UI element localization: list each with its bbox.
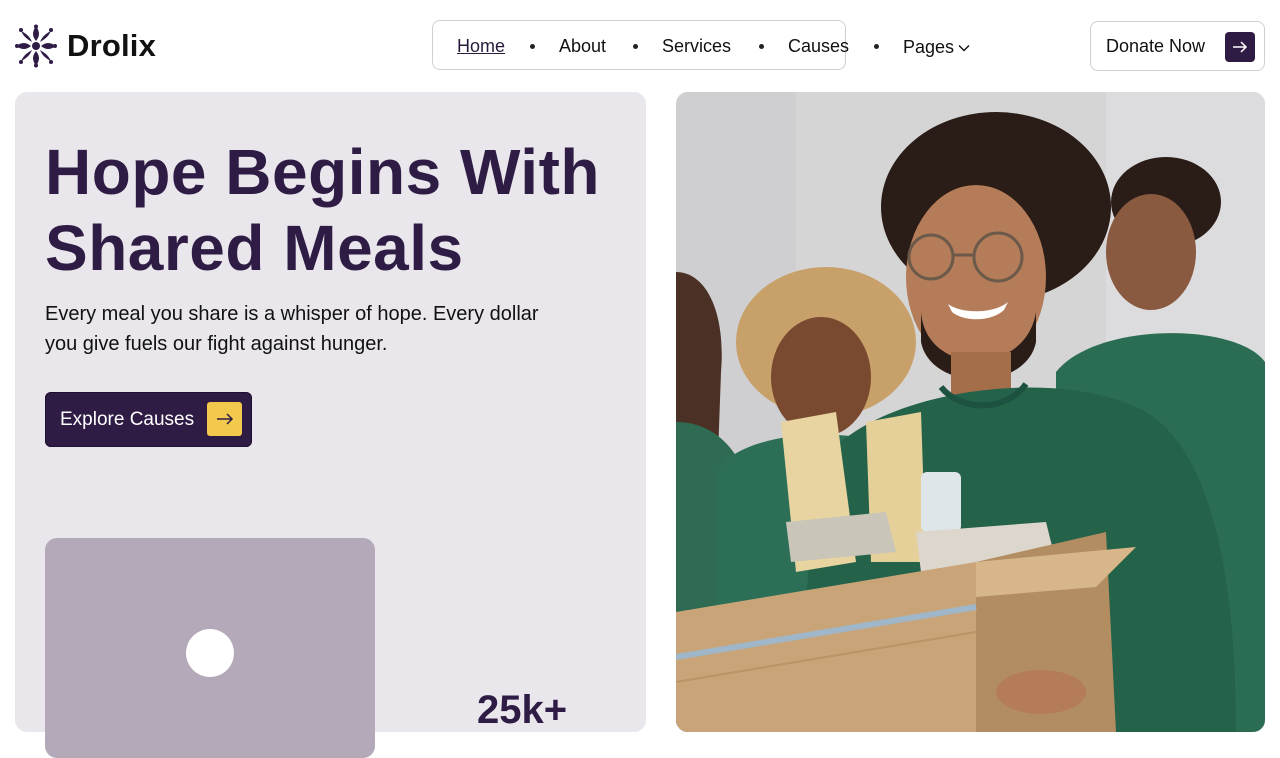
nav-pages-label: Pages (903, 37, 955, 57)
video-card (45, 538, 375, 758)
hero-title-line1: Hope Begins With (45, 136, 600, 208)
nav-separator (759, 44, 764, 49)
arrow-right-icon (207, 402, 242, 436)
hero-title-line2: Shared Meals (45, 212, 464, 284)
nav-home[interactable]: Home (457, 35, 505, 57)
explore-causes-label: Explore Causes (60, 408, 195, 430)
nav-about[interactable]: About (559, 35, 606, 57)
stat-value: 25k+ (477, 688, 568, 732)
brand-name: Drolix (67, 28, 157, 63)
hero-subtitle: Every meal you share is a whisper of hop… (45, 303, 539, 355)
flower-logo-icon (15, 24, 57, 68)
nav-separator (874, 44, 879, 49)
hero-photo (676, 92, 1265, 732)
brand-logo[interactable]: Drolix (15, 24, 156, 68)
nav-services[interactable]: Services (662, 35, 731, 57)
nav-causes[interactable]: Causes (788, 35, 849, 57)
donate-now-button[interactable]: Donate Now (1090, 21, 1265, 71)
arrow-right-icon (1225, 32, 1255, 62)
nav-separator (633, 44, 638, 49)
hero-title: Hope Begins With Shared Meals (45, 134, 625, 286)
play-icon[interactable] (186, 629, 234, 677)
nav-separator (530, 44, 535, 49)
explore-causes-button[interactable]: Explore Causes (45, 392, 252, 447)
volunteer-photo (676, 92, 1265, 732)
nav-pages[interactable]: Pages (903, 36, 970, 58)
hero-panel: Hope Begins With Shared Meals Every meal… (15, 92, 646, 758)
donate-now-label: Donate Now (1106, 35, 1206, 56)
chevron-down-icon (958, 45, 970, 52)
